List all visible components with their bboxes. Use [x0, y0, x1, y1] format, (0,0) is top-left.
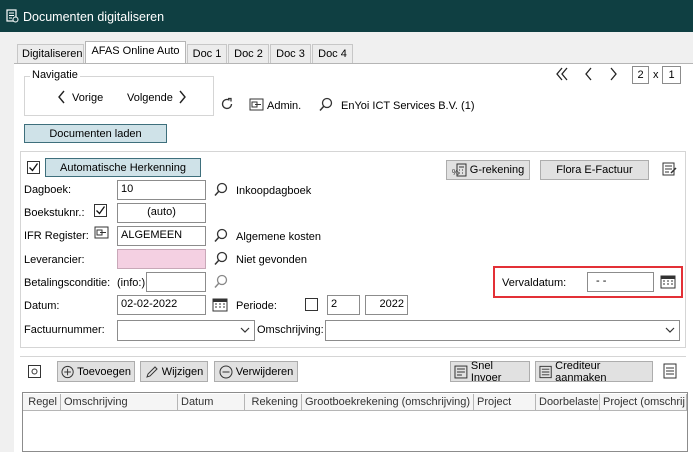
window-title: Documenten digitaliseren	[23, 10, 165, 24]
pencil-icon	[145, 365, 158, 378]
chevron-down-icon	[240, 327, 250, 333]
minus-circle-icon	[219, 365, 233, 378]
snel-invoer-button[interactable]: Snel Invoer	[450, 360, 530, 384]
jaar-field[interactable]: 2022	[365, 295, 408, 315]
boekstuk-label: Boekstuknr.:	[24, 207, 85, 219]
page-separator: x	[653, 69, 659, 81]
leverancier-field[interactable]	[117, 249, 206, 269]
ifr-label: IFR Register:	[24, 230, 89, 242]
grid-settings-icon[interactable]	[28, 365, 41, 378]
toevoegen-button[interactable]: Toevoegen	[57, 361, 135, 382]
admin-icon[interactable]	[249, 98, 265, 111]
dagboek-description: Inkoopdagboek	[236, 185, 312, 197]
periode-label: Periode:	[236, 300, 277, 312]
column-header-omschrijving[interactable]: Omschrijving	[61, 394, 178, 411]
first-page-icon[interactable]	[555, 67, 569, 81]
periode-field[interactable]: 2	[327, 295, 360, 315]
toolbar-separator	[20, 356, 686, 357]
flora-e-factuur-button[interactable]: Flora E-Factuur	[540, 160, 649, 180]
column-header-rekening[interactable]: Rekening	[245, 394, 302, 411]
periode-checkbox[interactable]	[305, 298, 318, 311]
navigatie-legend: Navigatie	[30, 69, 80, 81]
column-header-regel[interactable]: Regel	[23, 394, 61, 411]
leverancier-label: Leverancier:	[24, 254, 85, 266]
datum-field[interactable]: 02-02-2022	[117, 295, 206, 315]
next-page-icon[interactable]	[609, 67, 619, 81]
column-header-project[interactable]: Project	[474, 394, 536, 411]
page-total-field[interactable]: 1	[662, 66, 681, 84]
calculator-icon: %	[452, 163, 467, 177]
tab-afas-online-auto[interactable]: AFAS Online Auto	[85, 41, 186, 64]
search-icon[interactable]	[319, 97, 333, 112]
ifr-description: Algemene kosten	[236, 231, 321, 243]
documenten-laden-button[interactable]: Documenten laden	[24, 124, 167, 143]
quick-entry-icon	[454, 365, 468, 378]
factuur-dropdown[interactable]	[117, 320, 255, 341]
chevron-right-icon[interactable]	[178, 90, 187, 104]
auto-recognition-checkbox[interactable]	[27, 161, 40, 174]
plus-circle-icon	[61, 365, 74, 378]
auto-recognition-button[interactable]: Automatische Herkenning	[45, 158, 201, 177]
dagboek-search-icon[interactable]	[214, 182, 228, 197]
previous-page-icon[interactable]	[583, 67, 593, 81]
vervaldatum-field[interactable]: - -	[587, 272, 654, 292]
creditor-icon	[539, 365, 552, 378]
chevron-left-icon[interactable]	[57, 90, 66, 104]
betaling-search-icon[interactable]	[214, 274, 228, 289]
tab-digitaliseren[interactable]: Digitaliseren	[17, 44, 84, 63]
omschrijving-dropdown[interactable]	[325, 320, 680, 341]
tab-doc-3[interactable]: Doc 3	[270, 44, 311, 63]
dagboek-label: Dagboek:	[24, 184, 72, 196]
boekstuk-checkbox[interactable]	[94, 204, 107, 217]
tab-doc-2[interactable]: Doc 2	[228, 44, 269, 63]
app-icon	[6, 9, 19, 23]
leverancier-search-icon[interactable]	[214, 251, 228, 266]
verwijderen-button[interactable]: Verwijderen	[214, 361, 298, 382]
column-header-doorbelaste[interactable]: Doorbelaste	[536, 394, 600, 411]
refresh-icon[interactable]	[220, 97, 234, 111]
check-icon	[96, 206, 106, 215]
vervaldatum-label: Vervaldatum:	[502, 277, 567, 289]
title-bar: Documenten digitaliseren	[0, 0, 693, 32]
datum-label: Datum:	[24, 300, 60, 312]
company-name: EnYoi ICT Services B.V. (1)	[341, 100, 475, 112]
export-icon[interactable]	[662, 363, 678, 379]
column-header-project-omschrijving[interactable]: Project (omschrij	[600, 394, 687, 411]
betaling-prefix: (info:)	[117, 277, 146, 289]
boekstuk-field[interactable]: (auto)	[117, 203, 206, 223]
betaling-label: Betalingsconditie:	[24, 277, 111, 289]
crediteur-aanmaken-button[interactable]: Crediteur aanmaken	[535, 360, 653, 384]
leverancier-description: Niet gevonden	[236, 254, 307, 266]
check-icon	[29, 163, 39, 172]
chevron-down-icon	[665, 327, 675, 333]
tab-doc-4[interactable]: Doc 4	[312, 44, 353, 63]
g-rekening-button[interactable]: % G-rekening	[446, 160, 530, 180]
ifr-field[interactable]: ALGEMEEN	[117, 226, 206, 246]
wijzigen-button[interactable]: Wijzigen	[140, 361, 208, 382]
page-current-field[interactable]: 2	[632, 66, 649, 84]
betaling-field[interactable]	[146, 272, 206, 292]
notes-edit-icon[interactable]	[662, 161, 678, 177]
vervaldatum-calendar-icon[interactable]	[660, 274, 676, 289]
prev-button[interactable]: Vorige	[72, 92, 103, 104]
next-button[interactable]: Volgende	[127, 92, 173, 104]
ifr-search-icon[interactable]	[214, 228, 228, 243]
factuur-label: Factuurnummer:	[24, 324, 105, 336]
datum-calendar-icon[interactable]	[212, 297, 228, 312]
svg-text:%: %	[452, 168, 459, 177]
omschrijving-label: Omschrijving:	[257, 324, 324, 336]
column-header-datum[interactable]: Datum	[178, 394, 245, 411]
column-header-grootboekrekening[interactable]: Grootboekrekening (omschrijving)	[302, 394, 474, 411]
admin-label[interactable]: Admin.	[267, 100, 301, 112]
tab-doc-1[interactable]: Doc 1	[187, 44, 227, 63]
dagboek-field[interactable]: 10	[117, 180, 206, 200]
ifr-admin-icon[interactable]	[94, 226, 110, 239]
